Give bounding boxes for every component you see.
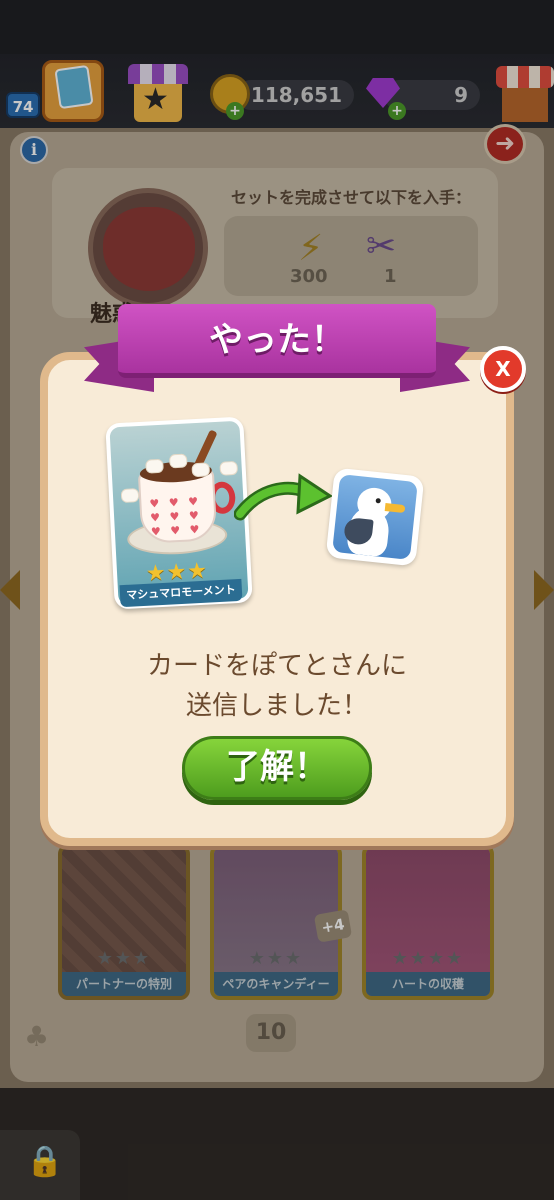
status-bar [0, 0, 554, 54]
marshmallow [120, 488, 140, 504]
ok-button[interactable]: 了解！ [182, 736, 372, 800]
marshmallow [191, 462, 211, 478]
dialog-title: やった！ [209, 320, 345, 360]
marshmallow [168, 453, 188, 469]
sent-message: カードをぽてとさんに 送信しました！ [70, 646, 484, 726]
marshmallow [145, 458, 164, 474]
seagull-avatar-icon [332, 474, 418, 560]
send-arrow-icon [234, 473, 333, 521]
friend-avatar [325, 467, 425, 567]
message-line-2: 送信しました！ [185, 691, 368, 721]
close-button[interactable]: X [480, 346, 526, 392]
heart-pattern: ♥ ♥ ♥ ♥ ♥ ♥ ♥ ♥ ♥ [149, 494, 203, 539]
message-line-1: カードをぽてとさんに [146, 651, 407, 681]
